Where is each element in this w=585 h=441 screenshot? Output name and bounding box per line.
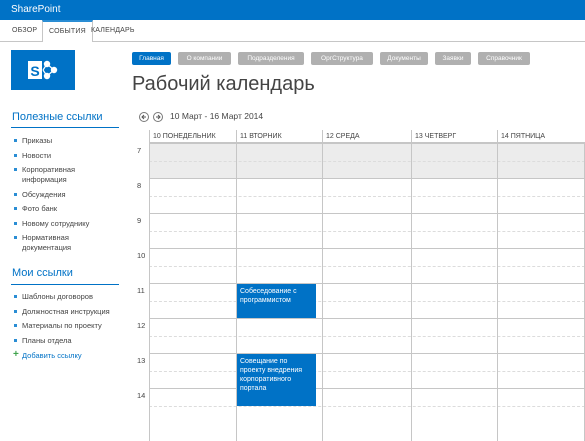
plus-icon: + [13,349,19,360]
sharepoint-logo-icon: S [28,60,58,80]
arrow-right-icon [156,114,161,120]
hour-label: 7 [137,146,142,155]
hour-row[interactable] [149,178,585,213]
calendar-event[interactable]: Собеседование с программистом [237,284,316,318]
sidebar-link-regulations[interactable]: Нормативная документация [22,233,102,253]
sidebar-link-orders[interactable]: Приказы [22,136,52,146]
next-week-button[interactable] [153,112,163,122]
half-hour-line [149,371,585,372]
day-header-wednesday[interactable]: 12 СРЕДА [322,130,411,143]
bullet-icon [14,339,17,342]
bullet-icon [14,154,17,157]
ribbon-tab-calendar[interactable]: КАЛЕНДАРЬ [85,20,141,42]
sidebar-link-contract-templates[interactable]: Шаблоны договоров [22,292,93,302]
hour-row[interactable] [149,143,585,178]
topnav-about[interactable]: О компании [178,52,231,65]
sidebar-link-job-description[interactable]: Должностная инструкция [22,307,110,317]
half-hour-line [149,406,585,407]
column-divider [497,143,498,441]
useful-links-heading[interactable]: Полезные ссылки [12,111,103,123]
hour-row[interactable] [149,353,585,388]
sidebar-link-dept-plans[interactable]: Планы отдела [22,336,72,346]
day-header-friday[interactable]: 14 ПЯТНИЦА [497,130,585,143]
hour-label: 8 [137,181,142,190]
half-hour-line [149,231,585,232]
ribbon-tab-overview[interactable]: ОБЗОР [6,20,43,42]
sidebar-link-discussions[interactable]: Обсуждения [22,190,66,200]
bullet-icon [14,295,17,298]
bullet-icon [14,310,17,313]
calendar-week-grid: 10 ПОНЕДЕЛЬНИК 11 ВТОРНИК 12 СРЕДА 13 ЧЕ… [132,130,585,441]
day-header-thursday[interactable]: 13 ЧЕТВЕРГ [411,130,497,143]
bullet-icon [14,222,17,225]
page-title: Рабочий календарь [132,73,315,95]
hour-row[interactable] [149,248,585,283]
bullet-icon [14,324,17,327]
column-divider [411,143,412,441]
topnav-documents[interactable]: Документы [380,52,428,65]
site-logo[interactable]: S [11,50,75,90]
sidebar-link-photo-bank[interactable]: Фото банк [22,204,57,214]
sidebar-link-project-materials[interactable]: Материалы по проекту [22,321,102,331]
arrow-left-icon [141,114,146,120]
add-link-button[interactable]: Добавить ссылку [22,351,82,360]
half-hour-line [149,336,585,337]
half-hour-line [149,301,585,302]
bullet-icon [14,236,17,239]
half-hour-line [149,161,585,162]
hour-row[interactable] [149,318,585,353]
hour-row[interactable] [149,213,585,248]
hour-row[interactable] [149,283,585,318]
sidebar-link-news[interactable]: Новости [22,151,51,161]
day-header-tuesday[interactable]: 11 ВТОРНИК [236,130,322,143]
sidebar-link-new-employee[interactable]: Новому сотруднику [22,219,89,229]
sidebar-divider [11,127,119,128]
suite-bar: SharePoint [0,0,585,20]
half-hour-line [149,266,585,267]
my-links-heading[interactable]: Мои ссылки [12,267,73,279]
hour-label: 10 [137,251,146,260]
hour-row[interactable] [149,388,585,423]
hour-label: 9 [137,216,142,225]
topnav-home[interactable]: Главная [132,52,171,65]
hour-label: 12 [137,321,146,330]
svg-text:S: S [30,63,39,79]
column-divider [149,143,150,441]
half-hour-line [149,196,585,197]
column-divider [322,143,323,441]
topnav-departments[interactable]: Подразделения [238,52,304,65]
calendar-event[interactable]: Совещание по проекту внедрения корпорати… [237,354,316,406]
topnav-orgstructure[interactable]: ОргСтруктура [311,52,373,65]
bullet-icon [14,193,17,196]
topnav-reference[interactable]: Справочник [478,52,530,65]
ribbon: ОБЗОР СОБЫТИЯ КАЛЕНДАРЬ [0,20,585,42]
hour-label: 14 [137,391,146,400]
brand-title[interactable]: SharePoint [11,4,60,15]
bullet-icon [14,207,17,210]
topnav-requests[interactable]: Заявки [435,52,471,65]
day-header-monday[interactable]: 10 ПОНЕДЕЛЬНИК [149,130,236,143]
sidebar-divider [11,284,119,285]
hour-label: 13 [137,356,146,365]
hour-label: 11 [137,286,145,295]
date-range: 10 Март - 16 Март 2014 [170,111,264,121]
prev-week-button[interactable] [139,112,149,122]
bullet-icon [14,139,17,142]
sidebar-link-corporate-info[interactable]: Корпоративная информация [22,165,102,185]
bullet-icon [14,168,17,171]
